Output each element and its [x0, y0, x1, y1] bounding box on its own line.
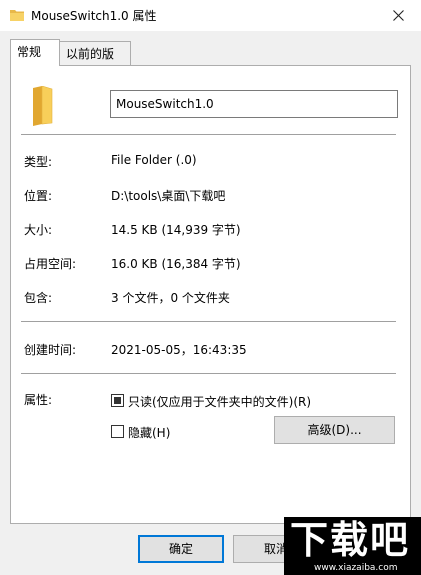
properties-window: MouseSwitch1.0 属性 常规 以前的版本 MouseSwitch1.… [0, 0, 421, 575]
location-value: D:\tools\桌面\下载吧 [111, 189, 226, 203]
type-label: 类型: [24, 155, 53, 169]
location-label: 位置: [24, 189, 53, 203]
close-icon [392, 10, 404, 21]
folder-large-icon [30, 85, 54, 129]
watermark-logo: 下载吧 www.xiazaiba.com [284, 517, 421, 575]
readonly-checkbox[interactable] [111, 394, 124, 407]
divider [21, 321, 396, 322]
attributes-label: 属性: [24, 393, 53, 407]
window-title: MouseSwitch1.0 属性 [31, 9, 157, 23]
watermark-text: 下载吧 [290, 518, 411, 562]
size-on-disk-label: 占用空间: [24, 257, 77, 271]
tab-previous-versions[interactable]: 以前的版本 [59, 41, 131, 85]
close-button[interactable] [375, 0, 421, 31]
size-value: 14.5 KB (14,939 字节) [111, 223, 241, 237]
created-value: 2021-05-05，16:43:35 [111, 343, 247, 357]
created-label: 创建时间: [24, 343, 77, 357]
title-bar[interactable]: MouseSwitch1.0 属性 [0, 0, 421, 31]
advanced-button[interactable]: 高级(D)... [274, 416, 395, 444]
readonly-label[interactable]: 只读(仅应用于文件夹中的文件)(R) [128, 393, 311, 410]
tab-general[interactable]: 常规 [10, 39, 60, 66]
hidden-label[interactable]: 隐藏(H) [128, 424, 170, 441]
size-on-disk-value: 16.0 KB (16,384 字节) [111, 257, 241, 271]
divider [21, 134, 396, 135]
size-label: 大小: [24, 223, 53, 237]
type-value: File Folder (.0) [111, 153, 197, 167]
contains-value: 3 个文件，0 个文件夹 [111, 291, 230, 305]
hidden-checkbox[interactable] [111, 425, 124, 438]
indeterminate-mark [114, 397, 121, 404]
contains-label: 包含: [24, 291, 53, 305]
folder-icon [10, 9, 24, 24]
watermark-url: www.xiazaiba.com [314, 563, 398, 573]
ok-button[interactable]: 确定 [138, 535, 224, 563]
divider [21, 373, 396, 374]
general-panel: MouseSwitch1.0 类型: File Folder (.0) 位置: … [10, 65, 411, 524]
folder-name-field[interactable]: MouseSwitch1.0 [110, 90, 398, 118]
